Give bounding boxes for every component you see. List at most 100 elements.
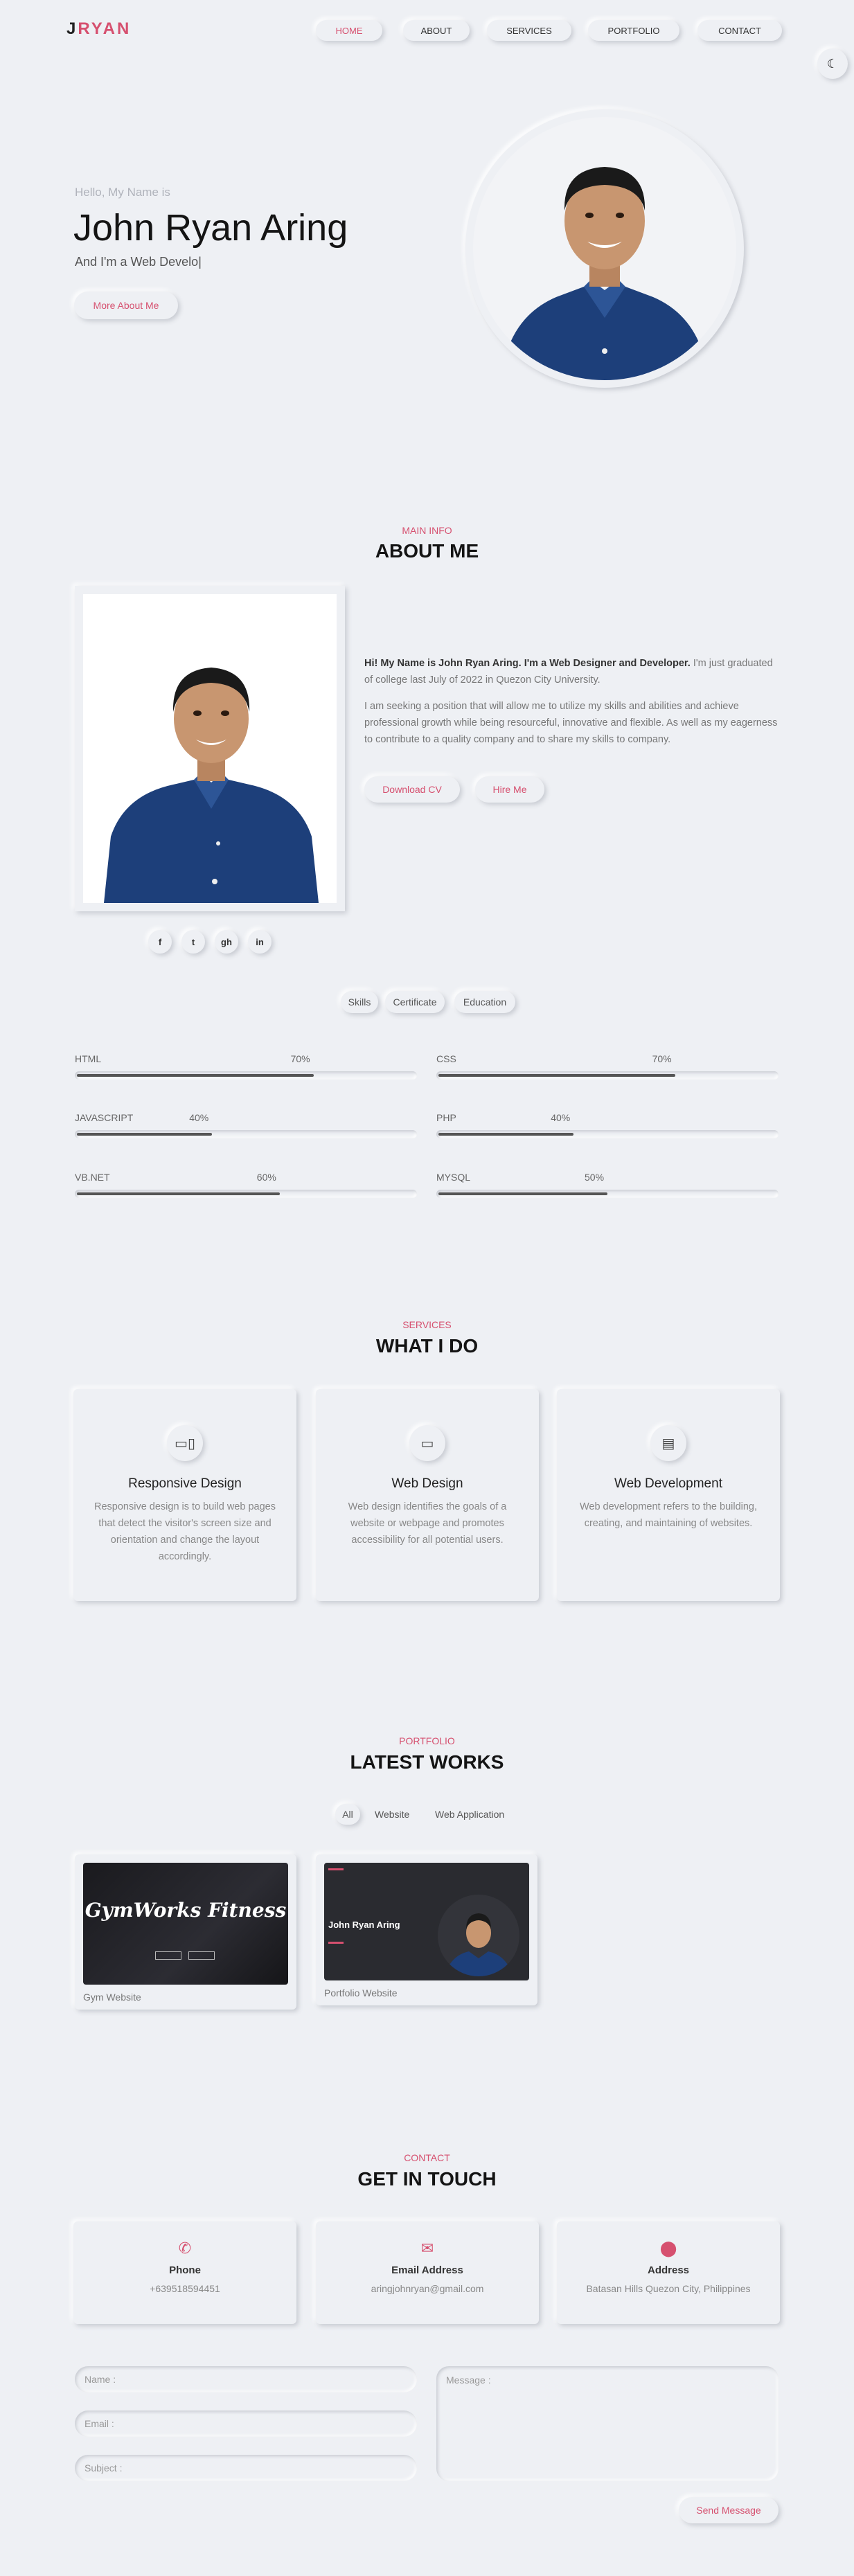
hero-portrait-image (501, 167, 709, 380)
contact-card-title: Phone (169, 2264, 201, 2276)
hero-name: John Ryan Aring (73, 207, 348, 249)
hero-photo-frame (465, 109, 744, 388)
service-title: Web Design (391, 1476, 463, 1491)
tab-education[interactable]: Education (454, 991, 515, 1013)
work-gym[interactable]: GymWorks Fitness Gym Website (75, 1854, 296, 2010)
monitor-icon: ▭ (409, 1425, 445, 1461)
gym-thumbnail: GymWorks Fitness (83, 1863, 288, 1985)
phone-icon: ✆ (178, 2239, 192, 2257)
skill-bar-fill (77, 1074, 314, 1077)
skill-bar (75, 1130, 417, 1138)
skill-bar-fill (77, 1133, 213, 1136)
about-intro: Hi! My Name is John Ryan Aring. I'm a We… (364, 658, 773, 686)
work-portfolio[interactable]: John Ryan Aring Portfolio Website (316, 1854, 537, 2005)
gym-thumbnail-title: GymWorks Fitness (84, 1899, 287, 1922)
service-title: Responsive Design (128, 1476, 242, 1491)
github-icon[interactable]: gh (215, 930, 238, 954)
skill-label: PHP (436, 1112, 456, 1123)
service-card-web-design: ▭ Web Design Web design identifies the g… (316, 1389, 539, 1601)
skill-bar (436, 1130, 779, 1138)
hire-me-button[interactable]: Hire Me (475, 776, 544, 803)
contact-card-email: ✉ Email Address aringjohnryan@gmail.com (316, 2221, 539, 2324)
code-device-icon: ▤ (650, 1425, 686, 1461)
subject-input[interactable]: Subject : (75, 2455, 417, 2481)
contact-card-address: ⬤ Address Batasan Hills Quezon City, Phi… (557, 2221, 780, 2324)
services-subtitle: SERVICES (402, 1319, 452, 1330)
skill-percent: 40% (551, 1112, 571, 1123)
skill-bar-fill (438, 1133, 574, 1136)
filter-web-application[interactable]: Web Application (435, 1809, 504, 1820)
nav-home[interactable]: HOME (316, 20, 382, 41)
service-text: Web design identifies the goals of a web… (348, 1501, 507, 1546)
service-text: Responsive design is to build web pages … (94, 1501, 276, 1562)
service-card-web-development: ▤ Web Development Web development refers… (557, 1389, 780, 1601)
skill-bar-fill (438, 1074, 675, 1077)
about-photo (83, 594, 337, 903)
skill-bar (436, 1190, 779, 1198)
filter-all[interactable]: All (335, 1804, 360, 1825)
nav-about[interactable]: ABOUT (403, 20, 470, 41)
portfolio-title: LATEST WORKS (350, 1751, 504, 1773)
contact-card-value: +639518594451 (150, 2283, 220, 2294)
gym-thumb-button (155, 1951, 181, 1960)
location-pin-icon: ⬤ (659, 2239, 677, 2257)
skill-label: CSS (436, 1053, 456, 1064)
skill-bar-fill (77, 1192, 280, 1195)
gym-thumb-button (188, 1951, 215, 1960)
thumb-logo (328, 1868, 344, 1870)
service-title: Web Development (614, 1476, 722, 1491)
thumb-photo (438, 1895, 519, 1976)
nav-services[interactable]: SERVICES (487, 20, 571, 41)
message-textarea[interactable]: Message : (436, 2366, 779, 2481)
skill-percent: 40% (189, 1112, 209, 1123)
download-cv-button[interactable]: Download CV (364, 776, 460, 803)
more-about-me-button[interactable]: More About Me (74, 292, 178, 319)
skill-label: JAVASCRIPT (75, 1112, 134, 1123)
skill-bar (75, 1071, 417, 1080)
work-label: Portfolio Website (324, 1987, 398, 1998)
thumb-button (328, 1942, 344, 1944)
work-label: Gym Website (83, 1992, 141, 2003)
contact-card-value: Batasan Hills Quezon City, Philippines (586, 2283, 751, 2294)
logo[interactable]: JRYAN (66, 19, 131, 39)
thumb-portrait (445, 1913, 513, 1976)
portfolio-subtitle: PORTFOLIO (399, 1735, 455, 1746)
hero-photo (473, 117, 736, 380)
skill-bar-fill (438, 1192, 607, 1195)
send-message-button[interactable]: Send Message (679, 2497, 779, 2523)
facebook-icon[interactable]: f (148, 930, 172, 954)
envelope-icon: ✉ (420, 2239, 434, 2257)
tab-certificate[interactable]: Certificate (385, 991, 445, 1013)
linkedin-icon[interactable]: in (248, 930, 272, 954)
hero-greeting: Hello, My Name is (75, 186, 170, 199)
name-input[interactable]: Name : (75, 2366, 417, 2392)
filter-website[interactable]: Website (375, 1809, 409, 1820)
about-photo-frame (75, 586, 345, 911)
services-title: WHAT I DO (375, 1335, 479, 1357)
about-portrait-image (83, 594, 337, 903)
twitter-icon[interactable]: t (181, 930, 205, 954)
theme-toggle-button[interactable]: ☾ (817, 48, 848, 79)
contact-card-title: Address (647, 2264, 690, 2276)
skill-percent: 60% (256, 1172, 276, 1183)
skill-bar (75, 1190, 417, 1198)
skill-bar (436, 1071, 779, 1080)
contact-card-title: Email Address (391, 2264, 463, 2276)
devices-icon: ▭▯ (167, 1425, 203, 1461)
email-input[interactable]: Email : (75, 2410, 417, 2437)
skill-percent: 70% (290, 1053, 310, 1064)
contact-card-phone: ✆ Phone +639518594451 (73, 2221, 296, 2324)
nav-contact[interactable]: CONTACT (697, 20, 782, 41)
portfolio-thumbnail-title: John Ryan Aring (328, 1920, 400, 1930)
skill-label: MYSQL (436, 1172, 471, 1183)
about-title: ABOUT ME (375, 540, 479, 562)
nav-portfolio[interactable]: PORTFOLIO (588, 20, 679, 41)
service-text: Web development refers to the building, … (579, 1501, 758, 1529)
skill-label: HTML (75, 1053, 102, 1064)
service-card-responsive: ▭▯ Responsive Design Responsive design i… (73, 1389, 296, 1601)
skill-percent: 70% (652, 1053, 672, 1064)
tab-skills[interactable]: Skills (341, 991, 378, 1013)
about-paragraph: I am seeking a position that will allow … (364, 701, 778, 745)
portfolio-thumbnail: John Ryan Aring (324, 1863, 529, 1980)
about-subtitle: MAIN INFO (402, 525, 452, 536)
